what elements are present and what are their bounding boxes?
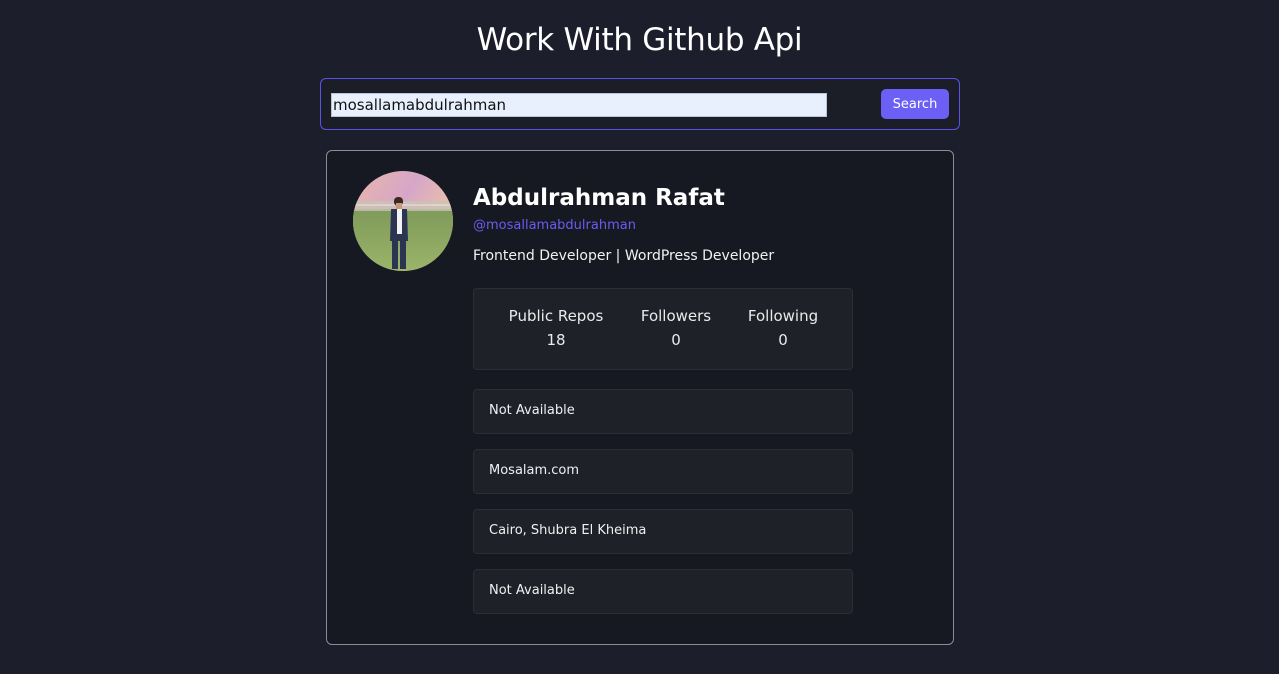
stat-value: 0 xyxy=(671,331,681,349)
info-item-location: Cairo, Shubra El Kheima xyxy=(473,509,853,554)
stat-label: Following xyxy=(747,307,819,325)
info-item-1: Not Available xyxy=(473,389,853,434)
profile-login-link[interactable]: @mosallamabdulrahman xyxy=(473,218,636,233)
search-button[interactable]: Search xyxy=(881,89,949,119)
search-bar: Search xyxy=(320,78,960,130)
stat-public-repos: Public Repos 18 xyxy=(496,307,616,349)
page-title: Work With Github Api xyxy=(476,22,803,58)
search-input[interactable] xyxy=(331,93,827,117)
stat-followers: Followers 0 xyxy=(616,307,736,349)
stat-label: Followers xyxy=(640,307,712,325)
stat-value: 18 xyxy=(546,331,566,349)
stat-following: Following 0 xyxy=(723,307,843,349)
profile-name: Abdulrahman Rafat xyxy=(473,185,725,211)
profile-card: Abdulrahman Rafat @mosallamabdulrahman F… xyxy=(326,150,954,645)
avatar xyxy=(353,171,453,271)
stat-label: Public Repos xyxy=(508,307,604,325)
stats-panel: Public Repos 18 Followers 0 Following 0 xyxy=(473,288,853,370)
info-item-website[interactable]: Mosalam.com xyxy=(473,449,853,494)
info-item-4: Not Available xyxy=(473,569,853,614)
profile-bio: Frontend Developer | WordPress Developer xyxy=(473,248,775,264)
avatar-image xyxy=(353,171,453,271)
stat-value: 0 xyxy=(778,331,788,349)
